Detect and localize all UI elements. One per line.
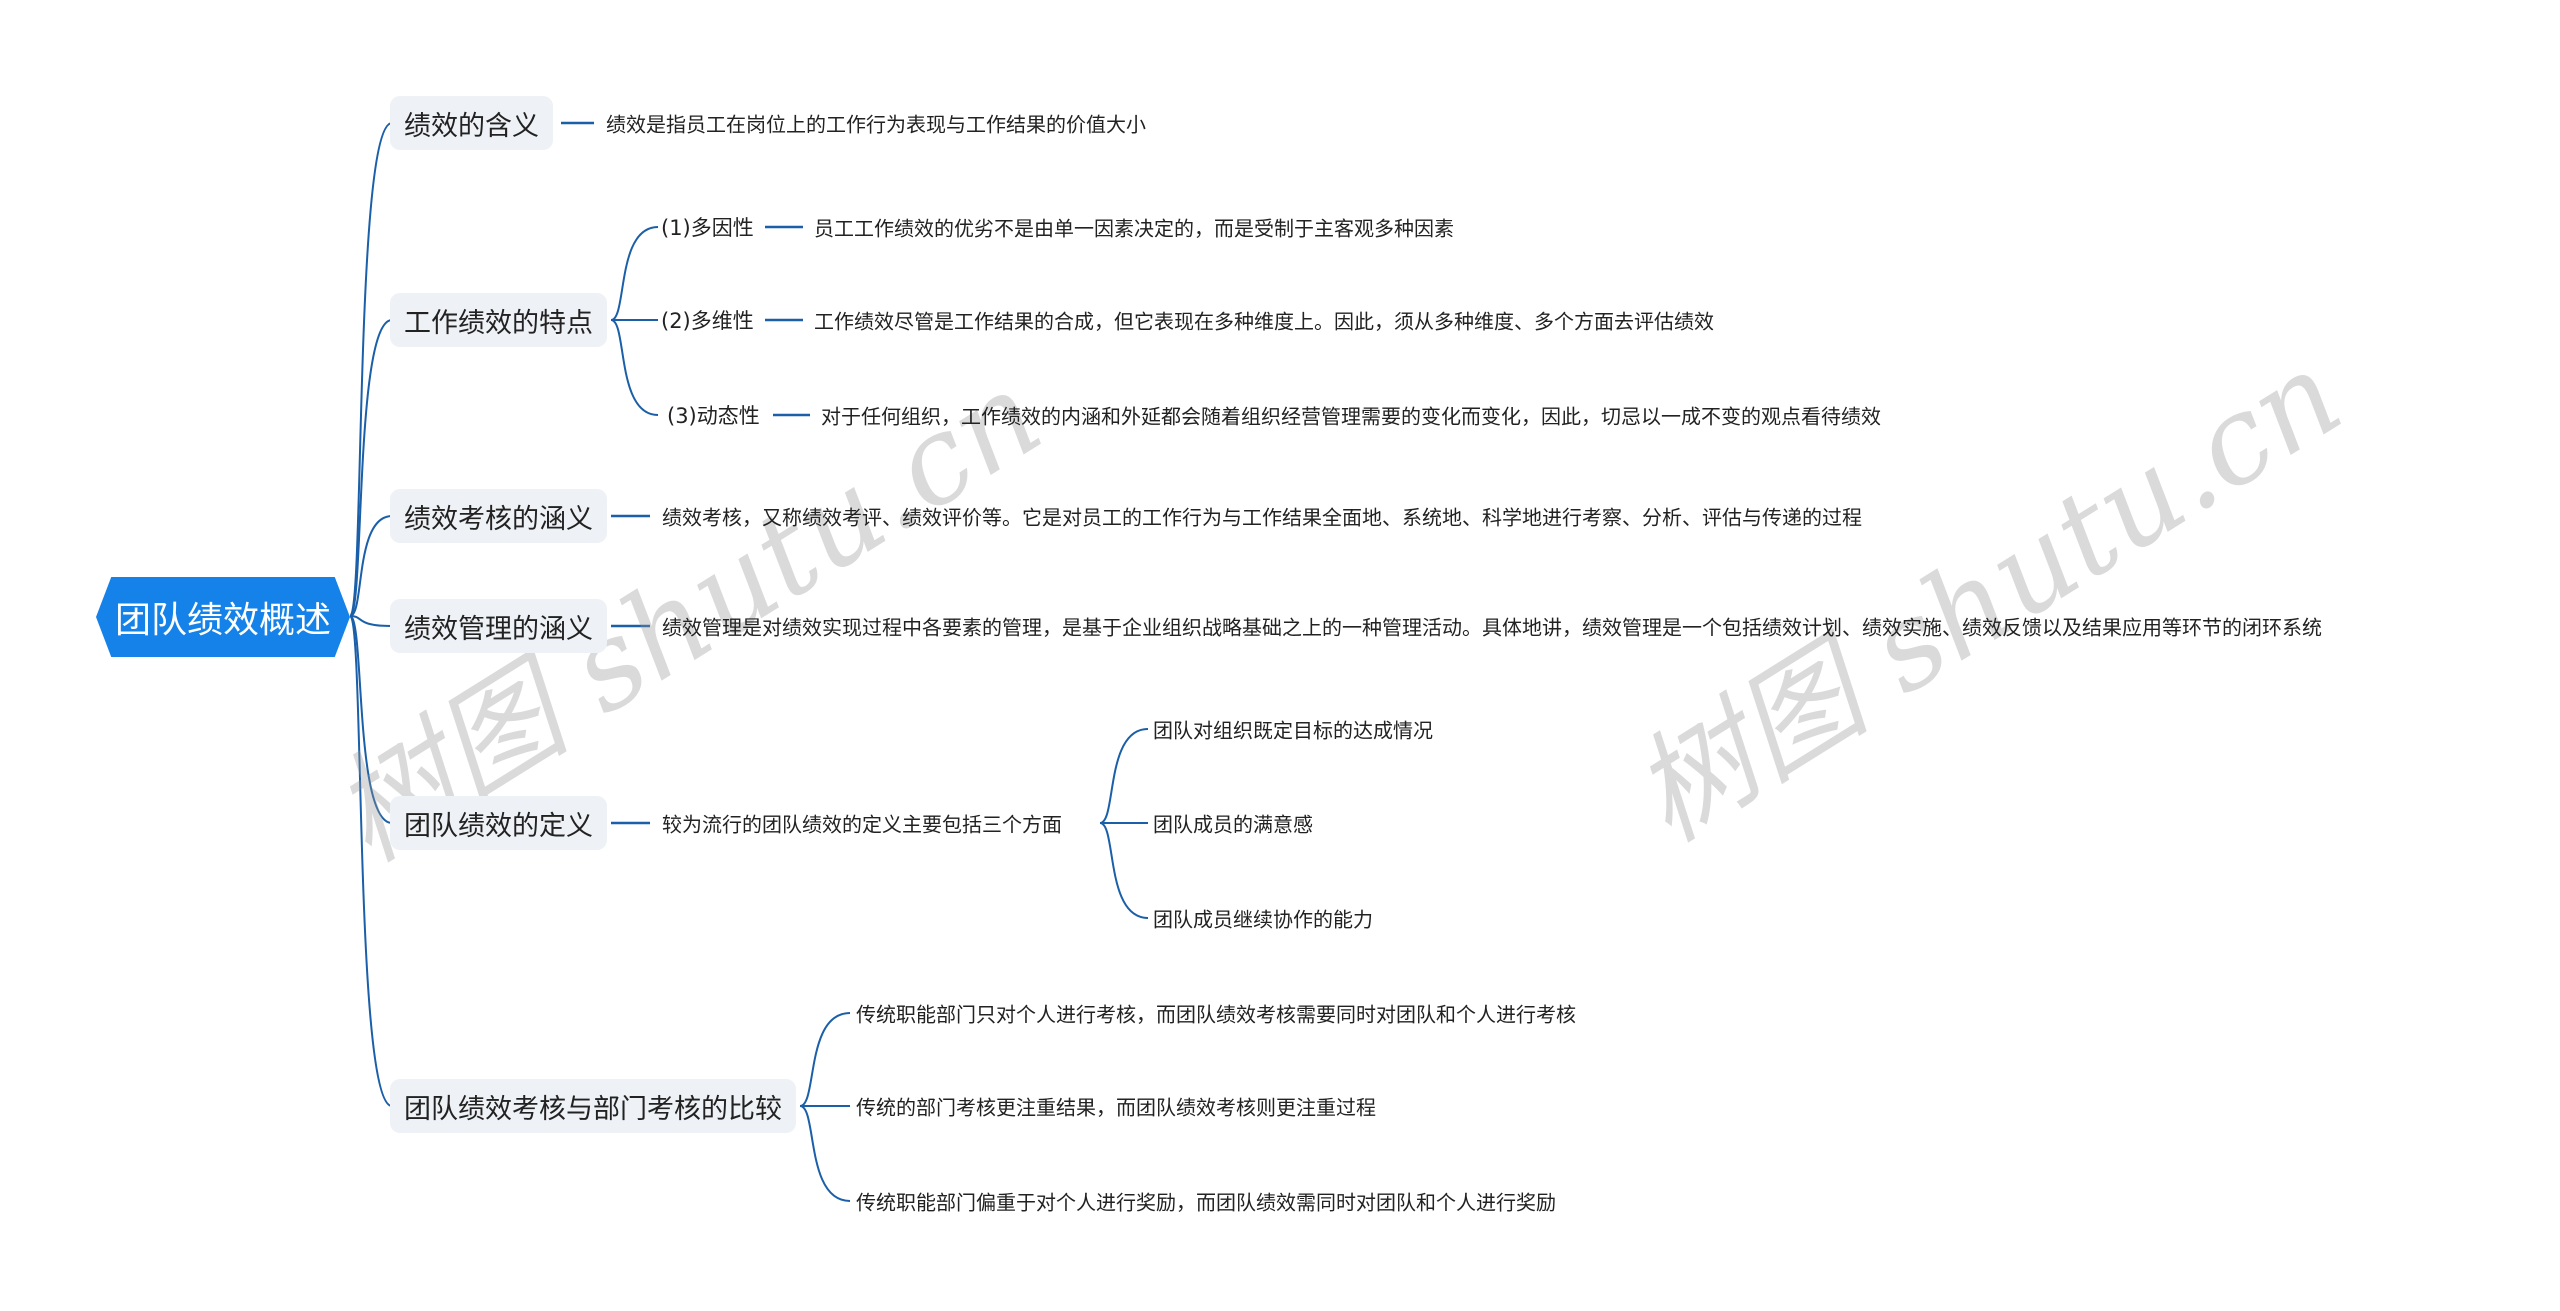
- root-branch-line: [349, 319, 393, 617]
- root-branch-line: [349, 615, 393, 824]
- characteristic-label[interactable]: (2)多维性: [661, 305, 754, 335]
- characteristic-detail[interactable]: 对于任何组织，工作绩效的内涵和外延都会随着组织经营管理需要的变化而变化，因此，切…: [821, 401, 1881, 430]
- characteristic-detail[interactable]: 员工工作绩效的优劣不是由单一因素决定的，而是受制于主客观多种因素: [814, 213, 1454, 242]
- topic-management-meaning[interactable]: 绩效管理的涵义: [390, 599, 607, 653]
- characteristic-label[interactable]: (3)动态性: [667, 400, 760, 430]
- root-branch-line: [349, 615, 393, 1107]
- comparison-item[interactable]: 传统职能部门偏重于对个人进行奖励，而团队绩效需同时对团队和个人进行奖励: [856, 1187, 1556, 1216]
- topic-characteristics[interactable]: 工作绩效的特点: [390, 293, 607, 347]
- topic-meaning[interactable]: 绩效的含义: [390, 96, 553, 150]
- definition-aspect[interactable]: 团队对组织既定目标的达成情况: [1153, 715, 1433, 744]
- sub-branch-line: [799, 1105, 851, 1202]
- sub-branch-line: [799, 1012, 851, 1107]
- characteristic-label[interactable]: (1)多因性: [661, 212, 754, 242]
- comparison-item[interactable]: 传统的部门考核更注重结果，而团队绩效考核则更注重过程: [856, 1092, 1376, 1121]
- meaning-detail[interactable]: 绩效是指员工在岗位上的工作行为表现与工作结果的价值大小: [606, 109, 1146, 138]
- definition-aspect[interactable]: 团队成员的满意感: [1153, 809, 1313, 838]
- root-node[interactable]: 团队绩效概述: [96, 577, 350, 657]
- definition-summary[interactable]: 较为流行的团队绩效的定义主要包括三个方面: [662, 809, 1062, 838]
- sub-branch-line: [1099, 728, 1149, 824]
- management-detail[interactable]: 绩效管理是对绩效实现过程中各要素的管理，是基于企业组织战略基础之上的一种管理活动…: [662, 612, 2322, 641]
- characteristic-detail[interactable]: 工作绩效尽管是工作结果的合成，但它表现在多种维度上。因此，须从多种维度、多个方面…: [814, 306, 1714, 335]
- sub-branch-line: [610, 319, 659, 416]
- topic-comparison[interactable]: 团队绩效考核与部门考核的比较: [390, 1079, 796, 1133]
- appraisal-detail[interactable]: 绩效考核，又称绩效考评、绩效评价等。它是对员工的工作行为与工作结果全面地、系统地…: [662, 502, 1862, 531]
- comparison-item[interactable]: 传统职能部门只对个人进行考核，而团队绩效考核需要同时对团队和个人进行考核: [856, 999, 1576, 1028]
- root-branch-line: [349, 615, 393, 627]
- sub-branch-line: [1099, 822, 1149, 919]
- topic-team-definition[interactable]: 团队绩效的定义: [390, 796, 607, 850]
- definition-aspect[interactable]: 团队成员继续协作的能力: [1153, 904, 1373, 933]
- topic-appraisal-meaning[interactable]: 绩效考核的涵义: [390, 489, 607, 543]
- sub-branch-line: [610, 226, 659, 321]
